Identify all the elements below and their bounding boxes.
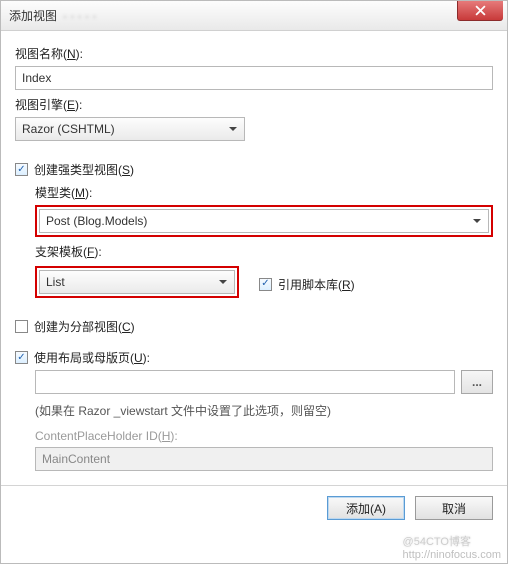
dialog-title: 添加视图 [9, 7, 57, 24]
use-layout-checkbox[interactable] [15, 351, 28, 364]
strongly-typed-label: 创建强类型视图(S) [34, 161, 134, 178]
content-placeholder-input [35, 447, 493, 471]
watermark-url: http://ninofocus.com [403, 549, 501, 561]
scaffold-label: 支架模板(F): [35, 243, 493, 260]
layout-path-input[interactable] [35, 370, 455, 394]
view-engine-select[interactable]: Razor (CSHTML) [15, 117, 245, 141]
watermark-logo: @54CTO博客 [403, 536, 471, 548]
layout-hint-text: (如果在 Razor _viewstart 文件中设置了此选项，则留空) [35, 402, 493, 419]
scaffold-value: List [46, 275, 65, 289]
close-icon [475, 5, 486, 16]
strongly-typed-checkbox[interactable] [15, 163, 28, 176]
close-button[interactable] [457, 1, 503, 21]
watermark: @54CTO博客 http://ninofocus.com [403, 533, 501, 561]
partial-view-checkbox[interactable] [15, 320, 28, 333]
browse-button-label: ... [472, 375, 482, 389]
model-class-label: 模型类(M): [35, 184, 493, 201]
chevron-down-icon [226, 127, 240, 132]
chevron-down-icon [470, 219, 484, 224]
divider [0, 485, 508, 486]
partial-view-label: 创建为分部视图(C) [34, 318, 135, 335]
view-engine-label: 视图引擎(E): [15, 96, 493, 113]
model-class-select[interactable]: Post (Blog.Models) [39, 209, 489, 233]
browse-button[interactable]: ... [461, 370, 493, 394]
model-class-value: Post (Blog.Models) [46, 214, 147, 228]
cancel-button-label: 取消 [442, 500, 466, 517]
scaffold-highlight: List [35, 266, 239, 298]
ok-button-label: 添加(A) [346, 500, 386, 517]
titlebar: 添加视图 · · · · · [1, 1, 507, 31]
ok-button[interactable]: 添加(A) [327, 496, 405, 520]
content-placeholder-label: ContentPlaceHolder ID(H): [35, 429, 493, 443]
reference-scripts-label: 引用脚本库(R) [278, 276, 355, 293]
chevron-down-icon [216, 280, 230, 285]
view-engine-value: Razor (CSHTML) [22, 122, 115, 136]
reference-scripts-checkbox[interactable] [259, 278, 272, 291]
view-name-input[interactable] [15, 66, 493, 90]
model-class-highlight: Post (Blog.Models) [35, 205, 493, 237]
use-layout-label: 使用布局或母版页(U): [34, 349, 150, 366]
view-name-label: 视图名称(N): [15, 45, 493, 62]
scaffold-select[interactable]: List [39, 270, 235, 294]
cancel-button[interactable]: 取消 [415, 496, 493, 520]
dialog-title-blurred: · · · · · [63, 9, 96, 23]
